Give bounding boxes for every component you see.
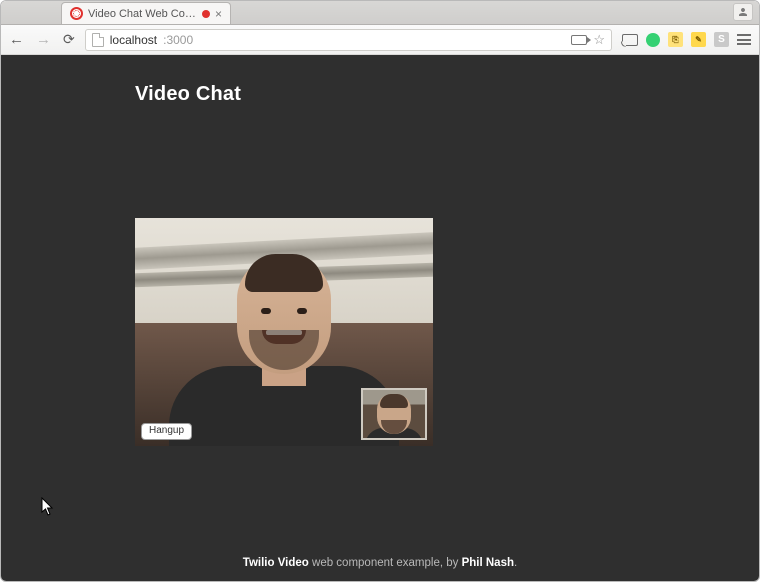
twilio-favicon-icon bbox=[70, 7, 83, 20]
page-title: Video Chat bbox=[135, 83, 759, 106]
back-button[interactable]: ← bbox=[9, 32, 24, 47]
video-chat-container: Hangup bbox=[135, 218, 433, 446]
browser-window: Video Chat Web Compo × ← → ⟳ localhost :3… bbox=[0, 0, 760, 582]
address-bar[interactable]: localhost :3000 ☆ bbox=[85, 29, 612, 51]
footer-brand: Twilio Video bbox=[243, 557, 309, 569]
extension-green-icon[interactable] bbox=[646, 33, 660, 47]
footer-suffix: . bbox=[514, 557, 517, 569]
extension-s-icon[interactable]: S bbox=[714, 32, 729, 47]
extension-yellow-2-icon[interactable]: ✎ bbox=[691, 32, 706, 47]
browser-tab[interactable]: Video Chat Web Compo × bbox=[61, 2, 231, 24]
url-port: :3000 bbox=[163, 33, 193, 47]
page-icon bbox=[92, 33, 104, 47]
menu-button[interactable] bbox=[737, 34, 751, 45]
extension-yellow-1-icon[interactable]: ⎘ bbox=[668, 32, 683, 47]
hangup-button[interactable]: Hangup bbox=[141, 423, 192, 440]
footer-middle: web component example, by bbox=[309, 557, 462, 569]
footer-author-link[interactable]: Phil Nash bbox=[462, 557, 514, 569]
bookmark-star-icon[interactable]: ☆ bbox=[593, 32, 605, 48]
tab-strip: Video Chat Web Compo × bbox=[1, 1, 759, 25]
browser-toolbar: ← → ⟳ localhost :3000 ☆ ⎘ ✎ S bbox=[1, 25, 759, 55]
nav-controls: ← → ⟳ bbox=[9, 31, 75, 48]
url-host: localhost bbox=[110, 33, 157, 47]
user-icon bbox=[737, 6, 749, 18]
profile-button[interactable] bbox=[733, 3, 753, 21]
recording-indicator-icon bbox=[202, 10, 210, 18]
tab-title: Video Chat Web Compo bbox=[88, 8, 197, 20]
cast-icon[interactable] bbox=[622, 34, 638, 46]
local-video-thumbnail bbox=[361, 388, 427, 440]
footer-text: Twilio Video web component example, by P… bbox=[1, 557, 759, 569]
page-viewport: Video Chat bbox=[1, 55, 759, 581]
close-tab-button[interactable]: × bbox=[215, 8, 222, 20]
mouse-cursor-icon bbox=[41, 497, 55, 517]
reload-button[interactable]: ⟳ bbox=[63, 31, 75, 48]
forward-button[interactable]: → bbox=[36, 32, 51, 47]
camera-permission-icon[interactable] bbox=[571, 35, 587, 45]
toolbar-extensions: ⎘ ✎ S bbox=[622, 32, 751, 47]
